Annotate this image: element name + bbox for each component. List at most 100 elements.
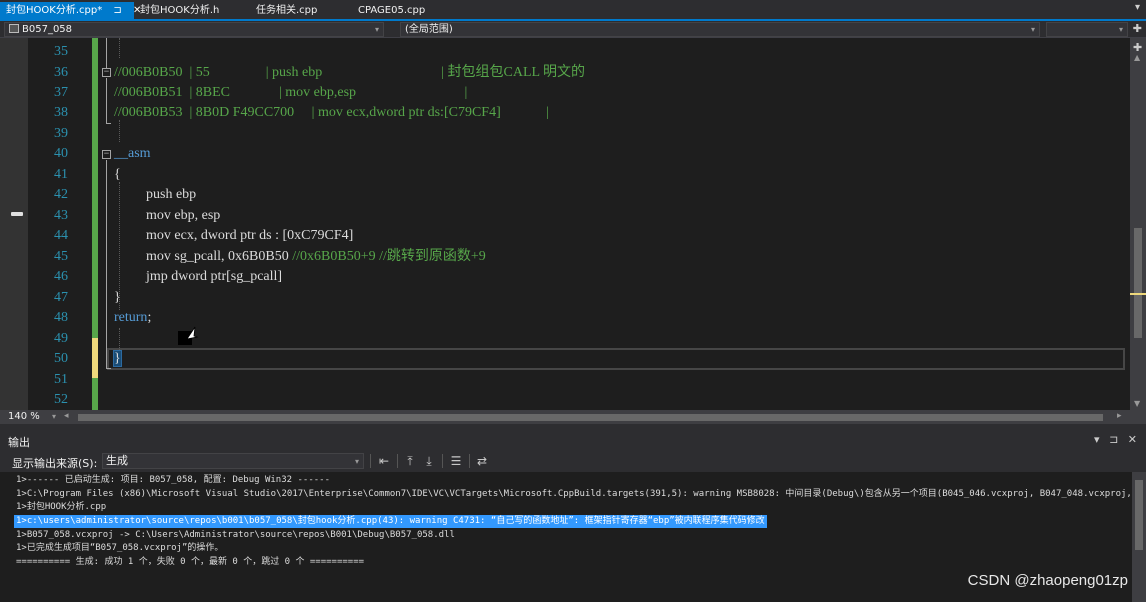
code-line-37: //006B0B51 | 8BEC | mov ebp,esp | (114, 83, 467, 103)
output-vertical-scrollbar[interactable] (1132, 472, 1146, 602)
line-number: 48 (54, 310, 68, 325)
scroll-left-icon[interactable]: ◂ (64, 411, 69, 421)
document-tab-strip: 封包HOOK分析.cpp* ⊐ ✕ 封包HOOK分析.h 任务相关.cpp CP… (0, 0, 1146, 20)
output-toolbar: 显示输出来源(S): 生成 ▾ ⇤ ⤒ ⤓ ☰ ⇄ (0, 450, 1146, 472)
mouse-pointer-icon (178, 326, 199, 345)
editor-footer: 140 % ▾ ◂ ▸ (0, 410, 1146, 424)
outline-end (106, 123, 111, 124)
output-panel-header: 输出 ▾ ⊐ ✕ (0, 432, 1146, 450)
toolbar-separator (469, 454, 470, 468)
panel-splitter[interactable] (0, 424, 1146, 432)
editor-vertical-scrollbar[interactable]: ✚ ▲ ▼ (1130, 38, 1146, 410)
line-number: 47 (54, 290, 68, 305)
code-line-41: { (114, 165, 121, 185)
toolbar-separator (370, 454, 371, 468)
open-brace: { (114, 167, 121, 182)
code-text-area[interactable]: − − //006B0B50 | 55 | push ebp | 封包组包CAL… (100, 38, 1130, 410)
line-number: 37 (54, 85, 68, 100)
scroll-thumb[interactable] (1135, 480, 1143, 550)
fold-toggle-icon[interactable]: − (102, 150, 111, 159)
indent-guide (119, 38, 120, 58)
zoom-dropdown[interactable]: 140 % ▾ (0, 410, 58, 424)
line-number: 42 (54, 187, 68, 202)
change-marker (1130, 293, 1146, 295)
output-line-selected[interactable]: 1>c:\users\administrator\source\repos\b0… (14, 515, 767, 528)
code-line-44: mov ecx, dword ptr ds : [0xC79CF4] (146, 226, 353, 246)
scope-dropdown[interactable]: (全局范围) ▾ (400, 22, 1040, 37)
outline-end (106, 368, 111, 369)
instruction: mov sg_pcall, 0x6B0B50 (146, 249, 293, 264)
code-line-43: mov ebp, esp (146, 206, 220, 226)
return-keyword: return (114, 310, 148, 325)
scroll-down-icon[interactable]: ▼ (1134, 399, 1140, 408)
line-number: 36 (54, 65, 68, 80)
code-line-40: __asm (114, 144, 151, 164)
next-message-icon[interactable]: ⤓ (421, 453, 437, 469)
fold-toggle-icon[interactable]: − (102, 68, 111, 77)
pin-icon[interactable]: ⊐ (113, 2, 121, 20)
line-number: 52 (54, 392, 68, 407)
outline-line (106, 160, 107, 368)
project-name: B057_058 (22, 24, 73, 35)
comment-text: //006B0B51 | 8BEC | mov ebp,esp | (114, 85, 468, 100)
zoom-level: 140 % (8, 411, 40, 422)
instruction: mov ebp, esp (146, 208, 221, 223)
scroll-up-icon[interactable]: ▲ (1134, 53, 1140, 62)
tab-hook-h[interactable]: 封包HOOK分析.h (134, 2, 250, 20)
previous-message-icon[interactable]: ⤒ (402, 453, 418, 469)
outline-line (106, 38, 107, 68)
code-line-50: } (113, 349, 122, 369)
clear-all-icon[interactable]: ☰ (448, 453, 464, 469)
output-text-area[interactable]: 1>------ 已启动生成: 项目: B057_058, 配置: Debug … (0, 472, 1132, 602)
chevron-down-icon: ▾ (1118, 25, 1123, 34)
asm-keyword: __asm (114, 146, 151, 161)
indicator-margin[interactable] (0, 38, 28, 410)
line-number: 46 (54, 269, 68, 284)
comment-text: //006B0B50 | 55 | push ebp | 封包组包CALL 明文… (114, 65, 586, 80)
scroll-thumb[interactable] (1134, 228, 1142, 338)
semicolon: ; (147, 310, 152, 325)
output-source-dropdown[interactable]: 生成 ▾ (102, 453, 364, 469)
close-brace: } (114, 290, 121, 305)
line-number: 38 (54, 105, 68, 120)
code-line-38: //006B0B53 | 8B0D F49CC700 | mov ecx,dwo… (114, 103, 549, 123)
word-wrap-icon[interactable]: ⇄ (474, 453, 490, 469)
toolbar-separator (397, 454, 398, 468)
project-dropdown[interactable]: B057_058 ▾ (4, 22, 384, 37)
line-number: 41 (54, 167, 68, 182)
line-number-gutter: 35 36 37 38 39 40 41 42 43 44 45 46 47 4… (28, 38, 68, 410)
panel-window-controls[interactable]: ▾ ⊐ ✕ (1094, 433, 1140, 446)
comment-text: //0x6B0B50+9 //跳转到原函数+9 (292, 249, 486, 264)
navigation-bar: B057_058 ▾ (全局范围) ▾ ▾ ✚ (0, 21, 1146, 38)
line-number: 39 (54, 126, 68, 141)
chevron-down-icon: ▾ (1030, 25, 1035, 34)
tab-hook-cpp[interactable]: 封包HOOK分析.cpp* ⊐ ✕ (0, 2, 141, 20)
unsaved-changes-bar (92, 338, 98, 378)
toolbar-separator (442, 454, 443, 468)
code-line-48: return; (114, 308, 151, 328)
watermark: CSDN @zhaopeng01zp (967, 572, 1128, 589)
code-line-47: } (114, 288, 121, 308)
output-line: ========== 生成: 成功 1 个，失败 0 个，最新 0 个，跳过 0… (16, 557, 365, 567)
output-line: 1>------ 已启动生成: 项目: B057_058, 配置: Debug … (16, 475, 330, 485)
line-number: 35 (54, 44, 68, 59)
tab-cpage05-cpp[interactable]: CPAGE05.cpp (352, 2, 442, 20)
tab-task-cpp[interactable]: 任务相关.cpp (250, 2, 350, 20)
code-line-45: mov sg_pcall, 0x6B0B50 //0x6B0B50+9 //跳转… (146, 247, 486, 267)
tab-list-dropdown-icon[interactable]: ▾ (1135, 2, 1140, 13)
line-number: 50 (54, 351, 68, 366)
comment-text: //006B0B53 | 8B0D F49CC700 | mov ecx,dwo… (114, 105, 550, 120)
output-line: 1>封包HOOK分析.cpp (16, 502, 107, 512)
output-source-label: 显示输出来源(S): (12, 457, 98, 470)
line-number: 45 (54, 249, 68, 264)
line-number: 49 (54, 331, 68, 346)
member-dropdown[interactable]: ▾ (1046, 22, 1128, 37)
code-editor[interactable]: 35 36 37 38 39 40 41 42 43 44 45 46 47 4… (0, 38, 1130, 410)
instruction: mov ecx, dword ptr ds : [0xC79CF4] (146, 228, 354, 243)
horizontal-scroll-thumb[interactable] (78, 414, 1103, 421)
scroll-right-icon[interactable]: ▸ (1117, 411, 1122, 421)
find-message-in-code-icon[interactable]: ⇤ (376, 453, 392, 469)
indent-guide (119, 120, 120, 142)
split-window-icon[interactable]: ✚ (1133, 22, 1142, 35)
line-number: 40 (54, 146, 68, 161)
